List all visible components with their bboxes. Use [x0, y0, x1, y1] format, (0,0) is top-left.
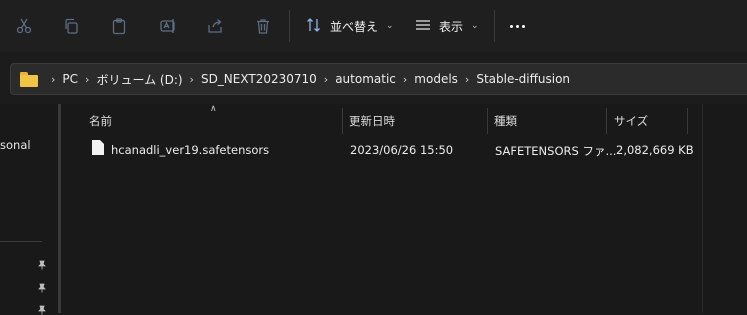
copy-icon[interactable]: [59, 14, 83, 38]
file-type: SAFETENSORS ファ...: [495, 144, 617, 158]
sort-indicator-icon: ∧: [210, 104, 217, 114]
pin-icon: [38, 283, 46, 293]
command-bar: 並べ替え ⌄ 表示 ⌄: [0, 0, 747, 52]
breadcrumb-stable-diffusion[interactable]: Stable-diffusion: [476, 72, 570, 86]
sort-button[interactable]: 並べ替え ⌄: [305, 13, 394, 39]
breadcrumb-models[interactable]: models: [414, 72, 458, 86]
chevron-right-icon[interactable]: ›: [324, 73, 328, 86]
chevron-right-icon[interactable]: ›: [51, 73, 55, 86]
breadcrumb-volume[interactable]: ボリューム (D:): [96, 71, 182, 88]
pane-divider: [702, 104, 703, 313]
breadcrumb-sd-next[interactable]: SD_NEXT20230710: [201, 72, 317, 86]
file-row[interactable]: hcanadli_ver19.safetensors 2023/06/26 15…: [81, 138, 721, 162]
chevron-down-icon: ⌄: [386, 21, 394, 31]
breadcrumb-automatic[interactable]: automatic: [335, 72, 396, 86]
toolbar-divider: [289, 10, 290, 42]
pin-icon: [38, 305, 46, 315]
paste-icon[interactable]: [107, 14, 131, 38]
sort-icon: [305, 16, 323, 37]
column-header-size[interactable]: サイズ: [614, 112, 648, 134]
file-name: hcanadli_ver19.safetensors: [111, 143, 270, 157]
cut-icon[interactable]: [12, 14, 36, 38]
column-header-modified[interactable]: 更新日時: [349, 112, 395, 134]
chevron-right-icon[interactable]: ›: [403, 73, 407, 86]
delete-icon[interactable]: [251, 14, 275, 38]
chevron-right-icon[interactable]: ›: [85, 73, 89, 86]
nav-divider: [0, 241, 42, 242]
navigation-pane: sonal: [0, 104, 60, 315]
view-icon: [414, 16, 432, 37]
file-icon: [92, 140, 104, 155]
sort-label: 並べ替え: [330, 19, 379, 34]
breadcrumb-pc[interactable]: PC: [62, 72, 78, 86]
column-divider[interactable]: [687, 108, 688, 134]
address-bar[interactable]: › PC › ボリューム (D:) › SD_NEXT20230710 › au…: [10, 63, 747, 95]
column-header-type[interactable]: 種類: [494, 112, 517, 134]
file-list: ∧ 名前 更新日時 種類 サイズ hcanadli_ver19.safetens…: [61, 104, 747, 313]
address-area: › PC › ボリューム (D:) › SD_NEXT20230710 › au…: [0, 52, 747, 104]
rename-icon[interactable]: [156, 14, 180, 38]
pin-icon: [38, 260, 46, 270]
column-divider[interactable]: [487, 108, 488, 134]
view-button[interactable]: 表示 ⌄: [414, 13, 479, 39]
column-divider[interactable]: [342, 108, 343, 134]
chevron-right-icon[interactable]: ›: [465, 73, 469, 86]
more-options-button[interactable]: [504, 14, 530, 38]
share-icon[interactable]: [203, 14, 227, 38]
chevron-down-icon: ⌄: [471, 21, 479, 31]
file-size: 2,082,669 KB: [616, 143, 694, 157]
file-modified: 2023/06/26 15:50: [350, 143, 454, 157]
column-divider[interactable]: [606, 108, 607, 134]
nav-item-label[interactable]: sonal: [0, 138, 31, 152]
toolbar-divider: [494, 10, 495, 42]
chevron-right-icon[interactable]: ›: [190, 73, 194, 86]
column-header-name[interactable]: 名前: [89, 112, 112, 134]
view-label: 表示: [439, 19, 464, 34]
folder-icon: [20, 71, 38, 87]
